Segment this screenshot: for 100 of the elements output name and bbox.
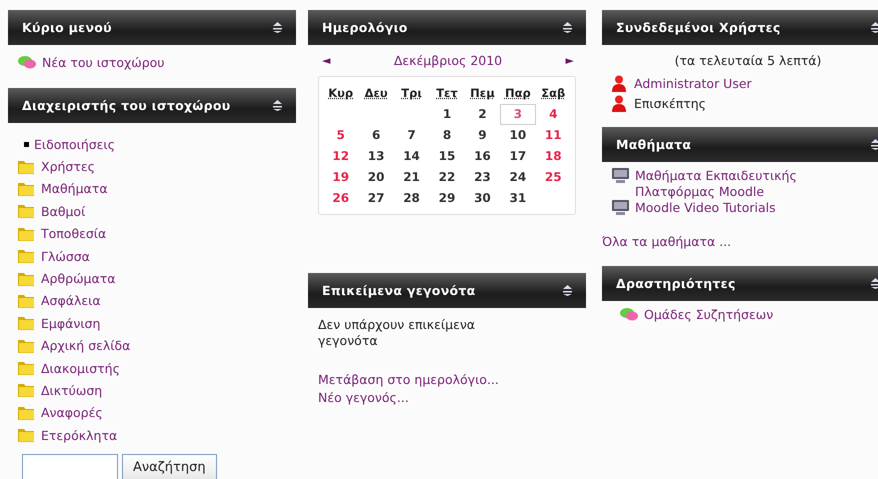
calendar-day[interactable]: 4 [536,104,571,125]
chat-bubbles-icon [18,55,36,69]
admin-menu-link[interactable]: Δικτύωση [41,382,102,398]
calendar-day[interactable]: 30 [464,188,500,209]
calendar-day[interactable]: 24 [500,167,536,188]
calendar-day[interactable]: 27 [358,188,394,209]
collapse-icon[interactable] [871,139,878,150]
calendar-day[interactable]: 28 [394,188,430,209]
event-link[interactable]: Μετάβαση στο ημερολόγιο... [318,371,499,389]
forum-link[interactable]: Ομάδες Συζητήσεων [644,306,774,322]
user-icon [612,74,626,92]
event-link[interactable]: Νέο γεγονός... [318,389,409,407]
calendar-day[interactable]: 31 [500,188,536,209]
admin-menu-link[interactable]: Τοποθεσία [41,226,106,242]
admin-menu-link[interactable]: Μαθήματα [41,181,108,196]
time-range-note: (τα τελευταία 5 λεπτά) [674,53,822,70]
block-title: Διαχειριστής του ιστοχώρου [22,98,230,113]
month-link[interactable]: Δεκέμβριος 2010 [394,52,502,68]
next-month-link[interactable]: ► [566,54,574,66]
monitor-icon [612,168,629,183]
admin-menu-link[interactable]: Αρθρώματα [41,271,116,286]
weekday-label: Κυρ [327,85,354,102]
folder-icon [18,383,35,398]
folder-icon [18,406,35,420]
folder-icon [18,204,35,218]
block-title: Επικείμενα γεγονότα [322,283,476,298]
calendar-day[interactable]: 17 [500,146,536,167]
block-title: Συνδεδεμένοι Χρήστες [616,20,781,35]
admin-menu-link[interactable]: Ετερόκλητα [41,428,118,443]
calendar-day[interactable]: 7 [394,125,430,146]
admin-menu-link[interactable]: Αρχική σελίδα [41,338,130,354]
admin-menu-link[interactable]: Γλώσσα [41,248,90,264]
calendar-day[interactable]: 2 [464,104,500,125]
folder-icon [18,182,35,196]
collapse-icon[interactable] [563,22,572,33]
block-title: Μαθήματα [616,137,692,152]
calendar-day[interactable]: 10 [500,125,536,146]
collapse-icon[interactable] [273,22,282,33]
weekday-label: Δευ [364,85,389,102]
admin-menu-link[interactable]: Εμφάνιση [41,316,100,331]
calendar-day[interactable]: 3 [500,104,536,125]
calendar-day[interactable]: 16 [464,146,500,167]
admin-menu-link[interactable]: Ειδοποιήσεις [34,136,115,152]
folder-icon [18,272,35,286]
admin-menu-link[interactable]: Βαθμοί [41,204,86,219]
folder-icon [18,316,35,330]
calendar-day[interactable]: 5 [323,125,358,146]
calendar-day[interactable]: 19 [323,167,358,188]
previous-month-link[interactable]: ◄ [322,54,330,66]
news-link[interactable]: Νέα του ιστοχώρου [42,54,165,70]
calendar-day[interactable]: 20 [358,167,394,188]
weekday-label: Παρ [504,85,532,102]
search-button[interactable]: Αναζήτηση [122,454,217,479]
calendar-day[interactable]: 18 [536,146,571,167]
admin-menu-link[interactable]: Διακομιστής [41,360,120,376]
collapse-icon[interactable] [563,285,572,296]
no-events-message: Δεν υπάρχουν επικείμενα γεγονότα [318,317,476,349]
calendar-day[interactable]: 15 [429,146,465,167]
user-link[interactable]: Administrator User [634,76,752,90]
calendar-day[interactable]: 14 [394,146,430,167]
weekday-label: Τετ [435,85,459,102]
admin-menu-link[interactable]: Χρήστες [41,159,95,174]
bullet-icon [24,142,29,147]
calendar-day[interactable]: 1 [429,104,465,125]
folder-icon [18,226,35,241]
calendar-day[interactable]: 6 [358,125,394,146]
calendar-day[interactable]: 9 [464,125,500,146]
block-title: Κύριο μενού [22,20,112,35]
folder-icon [18,428,35,442]
collapse-icon[interactable] [273,100,282,111]
collapse-icon[interactable] [871,22,878,33]
calendar-day[interactable]: 13 [358,146,394,167]
folder-icon [18,294,35,308]
calendar-day[interactable]: 12 [323,146,358,167]
block-title: Ημερολόγιο [322,20,408,35]
calendar-day[interactable]: 21 [394,167,430,188]
search-field[interactable] [22,454,118,479]
folder-icon [18,249,35,264]
all-courses-link[interactable]: Όλα τα μαθήματα ... [602,234,732,249]
collapse-icon[interactable] [871,278,878,289]
admin-menu-link[interactable]: Αναφορές [41,405,103,420]
weekday-label: Πεμ [469,85,496,102]
calendar-day[interactable]: 8 [429,125,465,146]
calendar-day[interactable]: 29 [429,188,465,209]
course-link[interactable]: Μαθήματα Εκπαιδευτικής Πλατφόρμας Moodle [635,168,835,200]
calendar-day[interactable]: 23 [464,167,500,188]
weekday-label: Τρι [400,85,423,102]
monitor-icon [612,200,629,215]
calendar-day[interactable]: 22 [429,167,465,188]
calendar-day[interactable]: 26 [323,188,358,209]
chat-bubbles-icon [620,307,638,321]
admin-menu-link[interactable]: Ασφάλεια [41,293,101,308]
block-title: Δραστηριότητες [616,276,736,291]
course-link[interactable]: Moodle Video Tutorials [635,200,835,216]
user-icon [612,94,626,112]
user-name: Επισκέπτης [634,96,706,110]
calendar-day[interactable]: 11 [536,125,571,146]
folder-icon [18,338,35,353]
calendar-day[interactable]: 25 [536,167,571,188]
folder-icon [18,160,35,174]
